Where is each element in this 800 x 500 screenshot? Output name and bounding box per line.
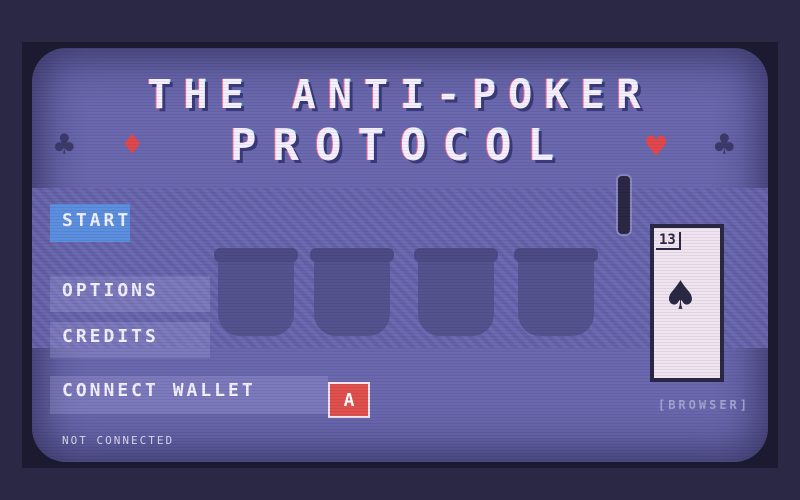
- card-slot: [214, 248, 298, 336]
- spade-icon: ♠: [666, 268, 695, 324]
- platform-label: [BROWSER]: [657, 398, 750, 412]
- connection-status: NOT CONNECTED: [62, 434, 175, 447]
- card-slot: [310, 248, 394, 336]
- card-number: 13: [656, 232, 681, 250]
- options-button[interactable]: OPTIONS: [50, 276, 210, 312]
- card-slot: [414, 248, 498, 336]
- game-screen: THE ANTI-POKER PROTOCOL ♣ ♦ ♥ ♣ START OP…: [32, 48, 768, 462]
- diamond-icon: ♦: [122, 125, 143, 165]
- heart-icon: ♥: [646, 127, 667, 167]
- club-icon: ♣: [54, 125, 75, 165]
- title-line-1: THE ANTI-POKER: [147, 72, 653, 118]
- club-icon: ♣: [714, 125, 735, 165]
- wallet-provider-button[interactable]: A: [328, 382, 370, 418]
- card-slot: [514, 248, 598, 336]
- credits-button[interactable]: CREDITS: [50, 322, 210, 358]
- start-button[interactable]: START: [50, 204, 130, 242]
- wallet-logo-icon: A: [343, 389, 355, 411]
- coin-icon: [616, 174, 632, 236]
- playing-card: 13 ♠: [650, 224, 724, 382]
- connect-wallet-button[interactable]: CONNECT WALLET: [50, 376, 328, 414]
